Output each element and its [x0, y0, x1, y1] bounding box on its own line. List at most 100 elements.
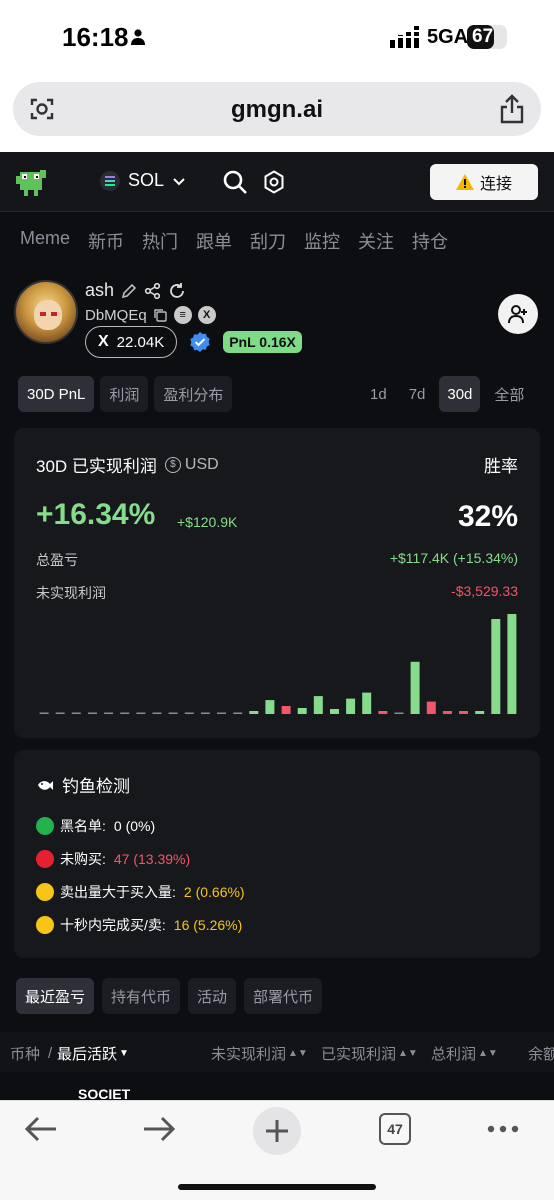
share-icon[interactable]	[499, 94, 525, 124]
pnl-view-segments: 30D PnL 利润 盈利分布	[18, 376, 233, 412]
plus-icon	[266, 1120, 288, 1142]
x-twitter-icon[interactable]: X	[197, 306, 216, 324]
chart-bar	[491, 619, 501, 714]
chart-bar	[442, 711, 452, 714]
yellow-dot-icon	[36, 883, 54, 901]
sold-more-value: 2 (0.66%)	[183, 884, 245, 900]
win-rate-value: 32%	[457, 500, 518, 533]
not-bought-row: 未购买: 47 (13.39%)	[36, 849, 190, 869]
tabs-button[interactable]: 47	[379, 1113, 411, 1145]
table-row[interactable]: SOCIET	[78, 1086, 130, 1100]
blacklist-row: 黑名单: 0 (0%)	[36, 816, 155, 836]
battery-level: 67	[472, 26, 494, 47]
refresh-icon[interactable]	[168, 282, 186, 300]
back-button[interactable]	[24, 1113, 58, 1145]
timeframe-all[interactable]: 全部	[486, 376, 532, 412]
tab-new-tokens[interactable]: 新币	[88, 228, 124, 254]
chart-bar	[330, 709, 339, 714]
edit-icon[interactable]	[120, 282, 138, 300]
daily-pnl-bar-chart	[39, 614, 517, 714]
tab-sniper[interactable]: 刮刀	[250, 228, 286, 254]
x-followers-badge[interactable]: X 22.04K	[85, 326, 178, 358]
segment-profit-distribution[interactable]: 盈利分布	[154, 376, 233, 412]
timeframe-30d[interactable]: 30d	[439, 376, 481, 412]
new-tab-button[interactable]	[253, 1107, 301, 1155]
add-user-icon	[508, 305, 527, 324]
chart-bar	[39, 712, 49, 714]
tab-deployed-tokens[interactable]: 部署代币	[244, 978, 323, 1014]
settings-hexagon-icon[interactable]	[263, 170, 285, 194]
sold-more-than-bought-row: 卖出量大于买入量: 2 (0.66%)	[36, 882, 245, 902]
follow-button[interactable]	[498, 294, 538, 334]
chart-bar	[168, 712, 178, 714]
tab-copy-trade[interactable]: 跟单	[196, 228, 232, 254]
red-dot-icon	[36, 850, 54, 868]
profile-name: ash	[85, 280, 115, 300]
chart-bar	[281, 706, 291, 714]
unrealized-pnl-label: 未实现利润	[36, 585, 106, 601]
timeframe-segments: 1d 7d 30d 全部	[362, 376, 532, 412]
x-followers-count: 22.04K	[116, 333, 165, 351]
realized-pnl-card: 30D 已实现利润 $ USD 胜率 +16.34% +$120.9K 32% …	[14, 428, 540, 738]
chart-bar	[184, 712, 194, 714]
activity-tabs: 最近盈亏 持有代币 活动 部署代币	[16, 978, 323, 1014]
fish-icon	[38, 780, 53, 790]
gmgn-frog-logo-icon[interactable]	[14, 166, 48, 198]
home-indicator	[178, 1184, 376, 1190]
status-bar: 16:18 5GA 67	[0, 0, 554, 72]
tab-follow[interactable]: 关注	[358, 228, 394, 254]
not-bought-value: 47 (13.39%)	[113, 851, 191, 867]
timeframe-1d[interactable]: 1d	[362, 376, 395, 412]
column-total-profit[interactable]: 总利润 ▲▼	[431, 1043, 498, 1064]
currency-toggle[interactable]: $ USD	[164, 456, 219, 474]
address-bar[interactable]: gmgn.ai	[13, 82, 541, 136]
fast-trade-row: 十秒内完成买/卖: 16 (5.26%)	[36, 915, 242, 935]
browser-address-area: gmgn.ai	[0, 72, 554, 152]
wallet-address-row: DbMQEq ≡ X	[85, 306, 216, 324]
tab-meme[interactable]: Meme	[20, 228, 70, 254]
segment-30d-pnl[interactable]: 30D PnL	[18, 376, 95, 412]
tab-recent-pnl[interactable]: 最近盈亏	[16, 978, 95, 1014]
more-options-button[interactable]	[487, 1125, 519, 1133]
chart-bar	[507, 614, 517, 714]
forward-button[interactable]	[142, 1113, 176, 1145]
timeframe-7d[interactable]: 7d	[401, 376, 434, 412]
tab-holdings[interactable]: 持仓	[412, 228, 448, 254]
url-text[interactable]: gmgn.ai	[13, 96, 541, 124]
chain-selector[interactable]: SOL	[100, 170, 186, 191]
pnl-percent: +16.34%	[36, 498, 156, 531]
tab-held-tokens[interactable]: 持有代币	[102, 978, 181, 1014]
tab-trending[interactable]: 热门	[142, 228, 178, 254]
explorer-icon[interactable]: ≡	[173, 306, 192, 324]
wallet-address: DbMQEq	[85, 306, 147, 324]
x-logo-icon: X	[98, 333, 109, 350]
win-rate-label: 胜率	[484, 457, 518, 476]
main-nav-tabs: Meme 新币 热门 跟单 刮刀 监控 关注 持仓	[20, 228, 448, 254]
signal-icon	[390, 26, 420, 48]
copy-icon[interactable]	[153, 308, 168, 323]
pnl-card-title-row: 30D 已实现利润 $ USD	[36, 452, 219, 477]
column-balance[interactable]: 余额	[528, 1043, 554, 1064]
chart-bar	[233, 712, 243, 714]
tab-activity[interactable]: 活动	[188, 978, 237, 1014]
column-last-active[interactable]: 最后活跃 ▼	[57, 1043, 129, 1064]
battery-indicator: 67	[467, 25, 507, 49]
connect-wallet-button[interactable]: 连接	[430, 164, 538, 200]
total-pnl-value: +$117.4K (+15.34%)	[389, 550, 518, 566]
tab-monitor[interactable]: 监控	[304, 228, 340, 254]
search-icon[interactable]	[222, 169, 248, 195]
segment-profit[interactable]: 利润	[100, 376, 149, 412]
share-link-icon[interactable]	[144, 282, 162, 300]
pnl-card-title: 30D 已实现利润	[36, 457, 157, 476]
chart-bar	[346, 698, 356, 714]
chart-bar	[313, 696, 323, 714]
profile-badges: X 22.04K PnL 0.16X	[85, 326, 302, 358]
chart-bar	[378, 711, 388, 714]
column-realized[interactable]: 已实现利润 ▲▼	[321, 1043, 418, 1064]
phishing-title-row: 钓鱼检测	[36, 772, 130, 797]
solana-icon	[100, 170, 120, 191]
chart-bar	[55, 712, 65, 714]
column-token[interactable]: 币种 /	[10, 1043, 58, 1064]
chart-bar	[394, 712, 404, 714]
column-unrealized[interactable]: 未实现利润 ▲▼	[211, 1043, 308, 1064]
